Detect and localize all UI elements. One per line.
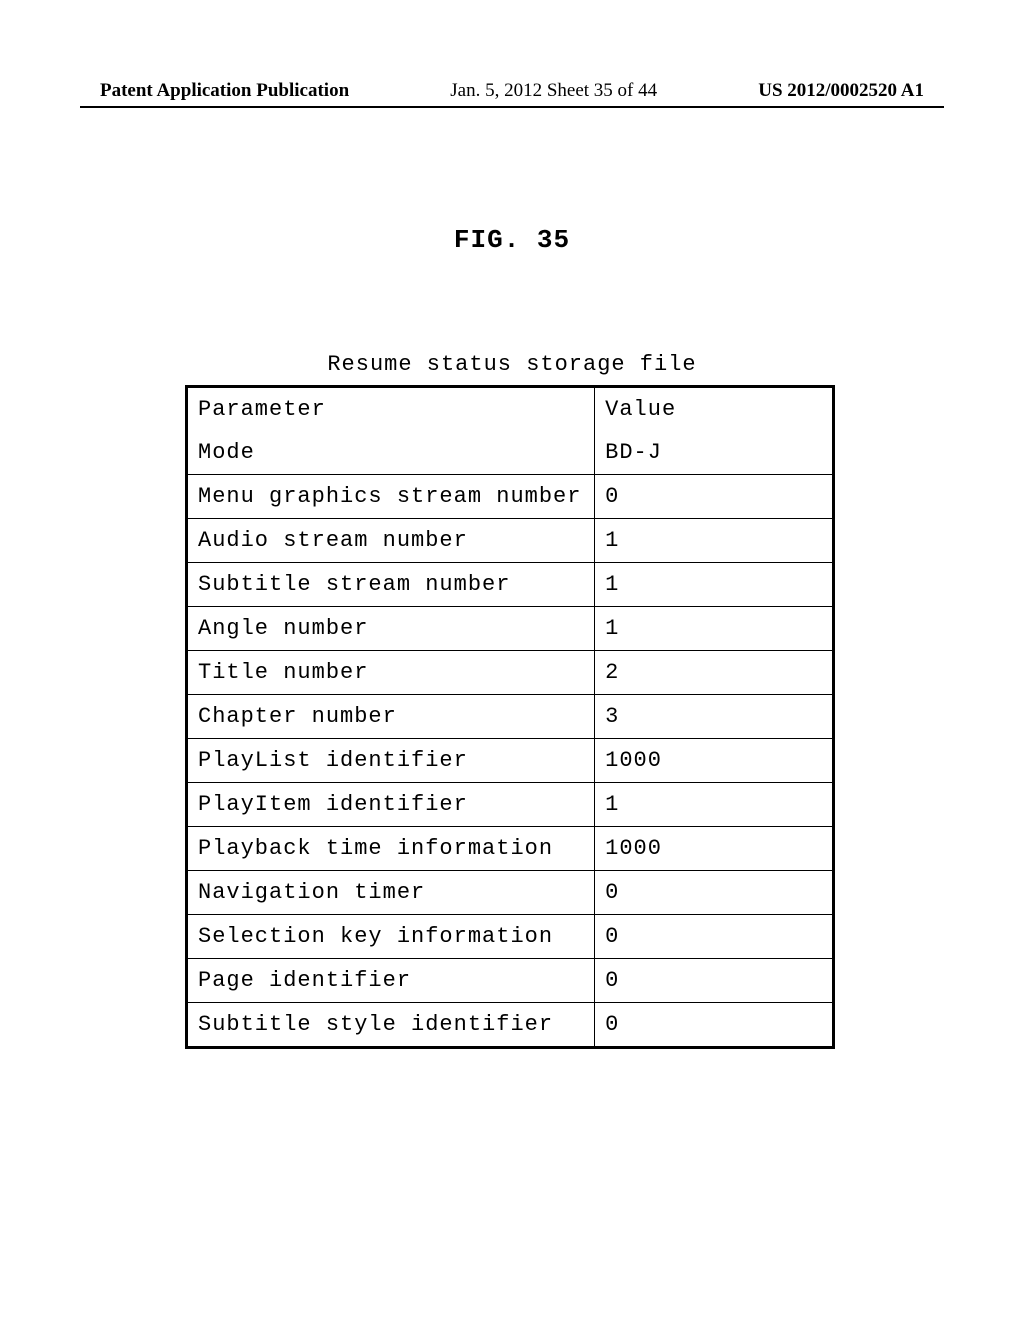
cell-parameter: Chapter number (187, 695, 595, 739)
table-row: PlayItem identifier1 (187, 783, 834, 827)
table-row: Angle number1 (187, 607, 834, 651)
cell-parameter: Subtitle style identifier (187, 1003, 595, 1048)
cell-parameter: Angle number (187, 607, 595, 651)
cell-parameter: Menu graphics stream number (187, 475, 595, 519)
cell-parameter: Navigation timer (187, 871, 595, 915)
table-row: Subtitle style identifier0 (187, 1003, 834, 1048)
cell-value: 0 (595, 871, 834, 915)
cell-value: 0 (595, 475, 834, 519)
header-date-sheet: Jan. 5, 2012 Sheet 35 of 44 (450, 80, 657, 102)
cell-parameter: Selection key information (187, 915, 595, 959)
cell-parameter: Subtitle stream number (187, 563, 595, 607)
header-publication: Patent Application Publication (100, 80, 349, 102)
header-pub-number: US 2012/0002520 A1 (758, 80, 924, 102)
cell-parameter: Playback time information (187, 827, 595, 871)
table-row: Title number2 (187, 651, 834, 695)
cell-value: 0 (595, 1003, 834, 1048)
cell-value: 1000 (595, 827, 834, 871)
cell-value: 1000 (595, 739, 834, 783)
cell-value: BD-J (595, 431, 834, 475)
table-row: Page identifier0 (187, 959, 834, 1003)
cell-parameter: PlayItem identifier (187, 783, 595, 827)
cell-value: 1 (595, 519, 834, 563)
cell-parameter: Audio stream number (187, 519, 595, 563)
cell-parameter: Mode (187, 431, 595, 475)
header-divider (80, 106, 944, 108)
figure-title: FIG. 35 (0, 225, 1024, 255)
header-parameter: Parameter (187, 387, 595, 432)
cell-value: 0 (595, 915, 834, 959)
cell-parameter: PlayList identifier (187, 739, 595, 783)
cell-parameter: Page identifier (187, 959, 595, 1003)
resume-status-table: Parameter Value ModeBD-JMenu graphics st… (185, 385, 835, 1049)
cell-value: 1 (595, 563, 834, 607)
cell-value: 1 (595, 607, 834, 651)
cell-value: 0 (595, 959, 834, 1003)
table-row: Playback time information1000 (187, 827, 834, 871)
table-header-row: Parameter Value (187, 387, 834, 432)
cell-parameter: Title number (187, 651, 595, 695)
table-row: Menu graphics stream number0 (187, 475, 834, 519)
table-caption: Resume status storage file (0, 352, 1024, 377)
table-row: Audio stream number1 (187, 519, 834, 563)
page-header: Patent Application Publication Jan. 5, 2… (0, 80, 1024, 102)
table-row: PlayList identifier1000 (187, 739, 834, 783)
table-row: Selection key information0 (187, 915, 834, 959)
cell-value: 1 (595, 783, 834, 827)
table-row: Navigation timer0 (187, 871, 834, 915)
cell-value: 2 (595, 651, 834, 695)
cell-value: 3 (595, 695, 834, 739)
table-row: Subtitle stream number1 (187, 563, 834, 607)
table-row: Chapter number3 (187, 695, 834, 739)
table-row: ModeBD-J (187, 431, 834, 475)
header-value: Value (595, 387, 834, 432)
